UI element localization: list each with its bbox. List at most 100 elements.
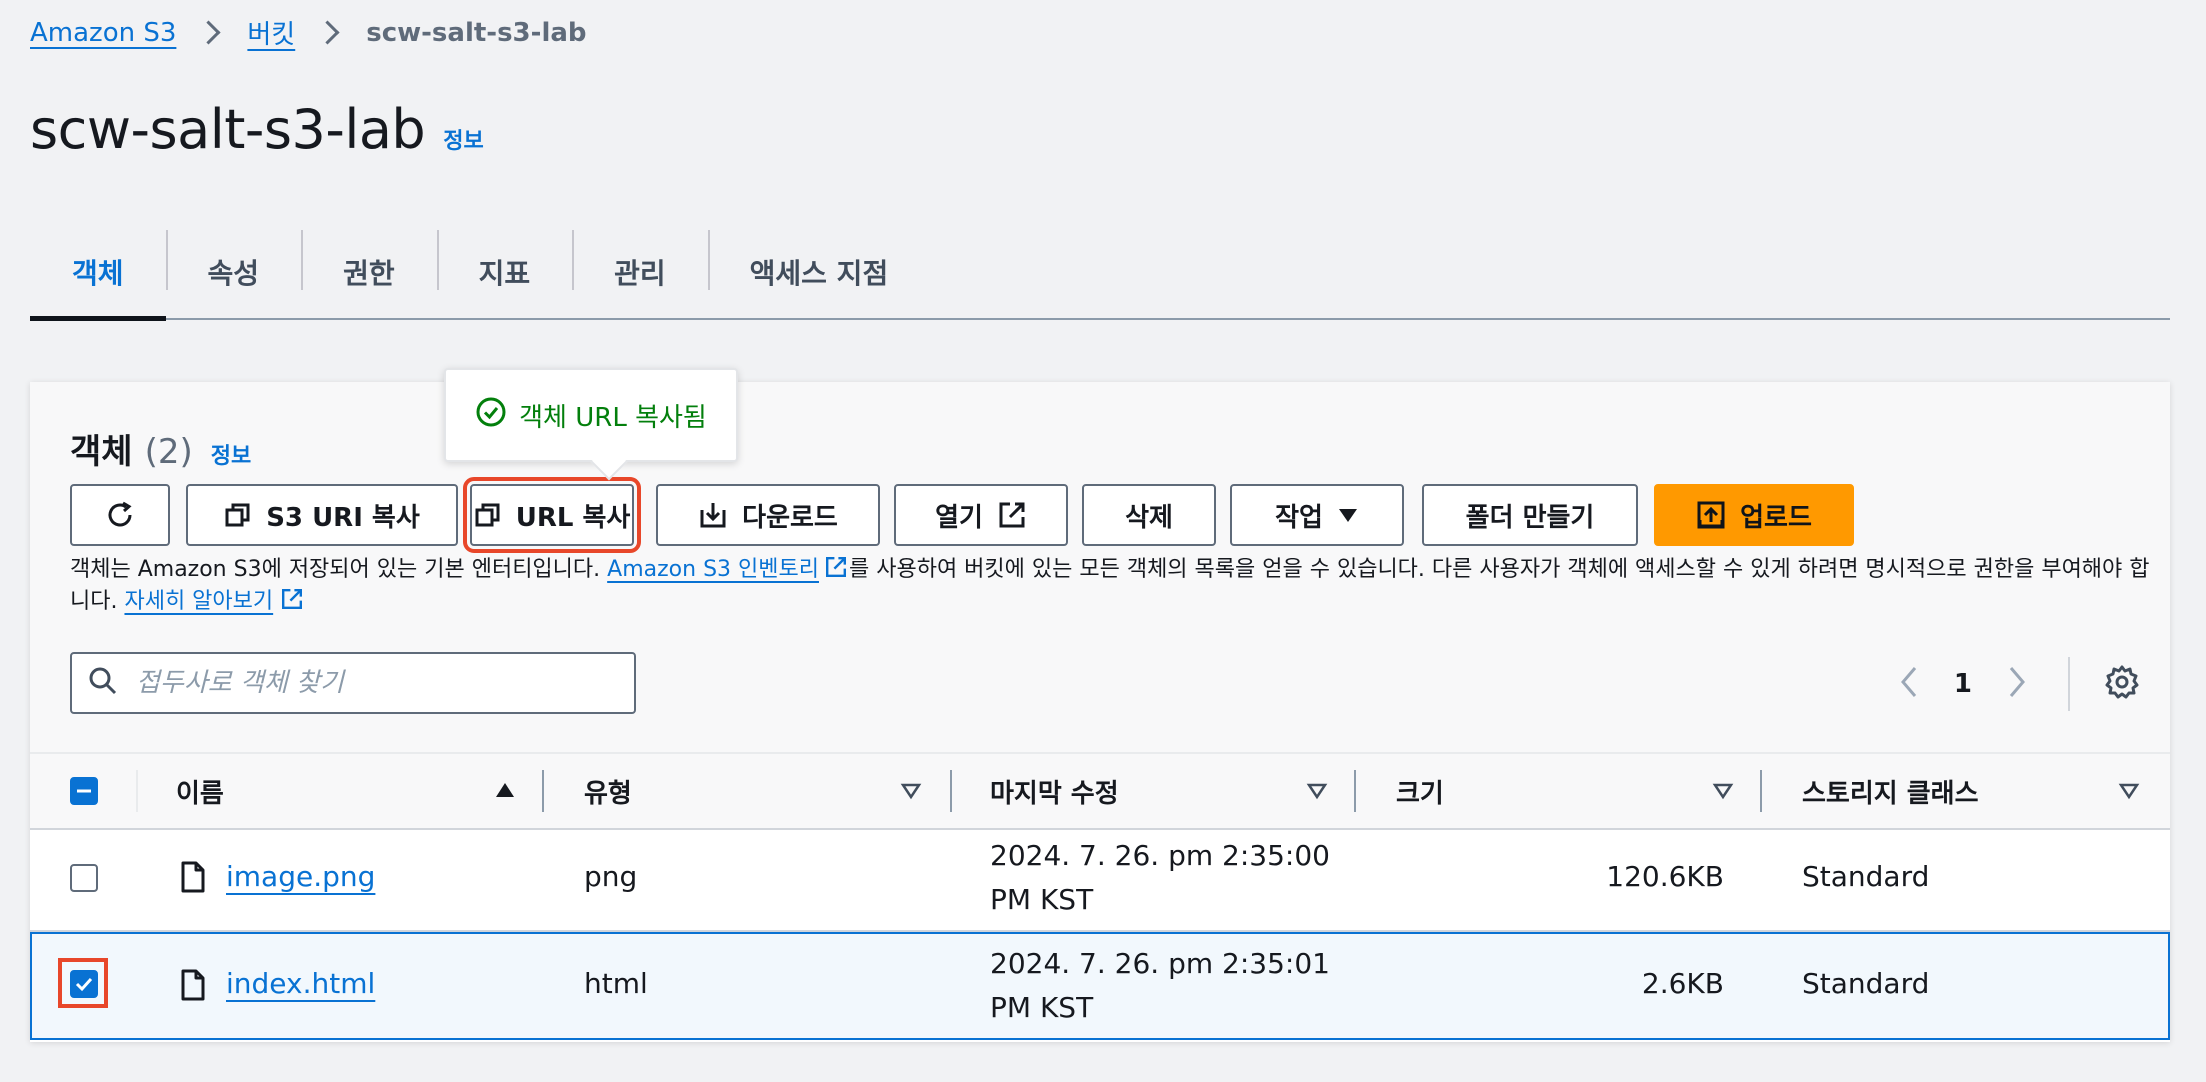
sort-icon[interactable] bbox=[900, 782, 922, 804]
tab-properties[interactable]: 속성 bbox=[165, 226, 302, 318]
breadcrumb: Amazon S3 버킷 scw-salt-s3-lab bbox=[30, 14, 587, 51]
check-circle-icon bbox=[475, 396, 507, 435]
objects-info-link[interactable]: 정보 bbox=[211, 438, 251, 470]
object-type: png bbox=[584, 860, 638, 893]
search-input[interactable] bbox=[134, 667, 608, 699]
refresh-icon bbox=[102, 497, 138, 533]
table-row[interactable]: index.html html 2024. 7. 26. pm 2:35:01 … bbox=[30, 932, 2170, 1040]
copy-icon bbox=[224, 501, 252, 529]
date-line: 2024. 7. 26. pm 2:35:01 bbox=[990, 947, 1330, 980]
objects-heading: 객체 (2) 정보 bbox=[70, 424, 251, 473]
column-separator[interactable] bbox=[542, 770, 544, 812]
upload-icon bbox=[1696, 500, 1726, 530]
copy-icon bbox=[474, 501, 502, 529]
object-name-link[interactable]: image.png bbox=[226, 860, 375, 893]
actions-dropdown[interactable]: 작업 bbox=[1230, 484, 1404, 546]
delete-button[interactable]: 삭제 bbox=[1082, 484, 1216, 546]
tab-permissions[interactable]: 권한 bbox=[301, 226, 437, 318]
tab-metrics[interactable]: 지표 bbox=[436, 226, 573, 318]
column-header-type[interactable]: 유형 bbox=[584, 754, 632, 828]
chevron-right-icon bbox=[315, 20, 340, 45]
copy-s3-uri-label: S3 URI 복사 bbox=[266, 502, 420, 533]
description-text: 객체는 Amazon S3에 저장되어 있는 기본 엔터티입니다. bbox=[70, 557, 608, 582]
object-storage-class: Standard bbox=[1802, 860, 1930, 893]
breadcrumb-current: scw-salt-s3-lab bbox=[366, 17, 587, 48]
row-checkbox[interactable] bbox=[70, 970, 98, 998]
object-storage-class: Standard bbox=[1802, 967, 1930, 1000]
date-line: PM KST bbox=[990, 883, 1094, 916]
column-separator[interactable] bbox=[950, 770, 952, 812]
table-row[interactable]: image.png png 2024. 7. 26. pm 2:35:00 PM… bbox=[30, 826, 2170, 932]
objects-description: 객체는 Amazon S3에 저장되어 있는 기본 엔터티입니다. Amazon… bbox=[70, 554, 2160, 618]
current-page[interactable]: 1 bbox=[1954, 669, 1972, 699]
refresh-button[interactable] bbox=[70, 484, 170, 546]
objects-title: 객체 bbox=[70, 432, 133, 472]
tab-objects[interactable]: 객체 bbox=[30, 226, 166, 321]
objects-table-header: 이름 유형 마지막 수정 크기 스토리지 클래스 bbox=[30, 752, 2170, 830]
column-header-storage-class[interactable]: 스토리지 클래스 bbox=[1802, 754, 1979, 828]
objects-panel: 객체 (2) 정보 S3 URI 복사 URL 복사 다운로드 열기 삭제 작업… bbox=[30, 382, 2170, 1042]
download-button[interactable]: 다운로드 bbox=[656, 484, 880, 546]
page-info-link[interactable]: 정보 bbox=[443, 123, 483, 155]
object-last-modified: 2024. 7. 26. pm 2:35:01 PM KST bbox=[990, 942, 1330, 1030]
bucket-tabs: 객체 속성 권한 지표 관리 액세스 지점 bbox=[30, 226, 2170, 321]
object-size: 2.6KB bbox=[1641, 967, 1724, 1000]
file-icon bbox=[180, 969, 206, 1005]
column-header-size[interactable]: 크기 bbox=[1396, 754, 1444, 828]
sort-icon[interactable] bbox=[2118, 782, 2140, 804]
page-title: scw-salt-s3-lab bbox=[30, 98, 426, 161]
url-copied-tooltip: 객체 URL 복사됨 bbox=[444, 368, 738, 462]
objects-panel-header: 객체 (2) 정보 S3 URI 복사 URL 복사 다운로드 열기 삭제 작업… bbox=[30, 382, 2170, 752]
external-link-icon bbox=[273, 589, 305, 614]
file-icon bbox=[180, 861, 206, 897]
open-button[interactable]: 열기 bbox=[894, 484, 1068, 546]
s3-inventory-link[interactable]: Amazon S3 인벤토리 bbox=[607, 557, 819, 582]
object-last-modified: 2024. 7. 26. pm 2:35:00 PM KST bbox=[990, 834, 1330, 922]
pager-divider bbox=[2068, 657, 2070, 711]
prefix-search[interactable] bbox=[70, 652, 636, 714]
row-checkbox[interactable] bbox=[70, 864, 98, 892]
select-all-checkbox[interactable] bbox=[70, 777, 98, 805]
object-name-link[interactable]: index.html bbox=[226, 967, 375, 1000]
object-size: 120.6KB bbox=[1606, 860, 1724, 893]
download-label: 다운로드 bbox=[742, 502, 838, 533]
next-page-icon[interactable] bbox=[2006, 665, 2028, 703]
external-link-icon bbox=[997, 500, 1027, 530]
column-separator[interactable] bbox=[1354, 770, 1356, 812]
column-header-name[interactable]: 이름 bbox=[176, 754, 224, 828]
tooltip-message: 객체 URL 복사됨 bbox=[519, 402, 707, 433]
date-line: PM KST bbox=[990, 991, 1094, 1024]
chevron-right-icon bbox=[196, 20, 221, 45]
upload-button[interactable]: 업로드 bbox=[1654, 484, 1854, 546]
date-line: 2024. 7. 26. pm 2:35:00 bbox=[990, 839, 1330, 872]
copy-url-label: URL 복사 bbox=[515, 502, 631, 533]
upload-label: 업로드 bbox=[1740, 502, 1812, 533]
create-folder-button[interactable]: 폴더 만들기 bbox=[1422, 484, 1638, 546]
previous-page-icon[interactable] bbox=[1898, 665, 1920, 703]
pagination: 1 bbox=[1898, 654, 2140, 714]
sort-ascending-icon[interactable] bbox=[494, 781, 516, 803]
copy-url-button[interactable]: URL 복사 bbox=[463, 477, 641, 553]
object-type: html bbox=[584, 967, 648, 1000]
page-header: scw-salt-s3-lab 정보 bbox=[30, 98, 484, 161]
column-separator bbox=[136, 770, 138, 812]
breadcrumb-buckets[interactable]: 버킷 bbox=[247, 14, 295, 51]
column-separator[interactable] bbox=[1760, 770, 1762, 812]
external-link-icon bbox=[819, 557, 849, 582]
caret-down-icon bbox=[1337, 506, 1359, 524]
create-folder-label: 폴더 만들기 bbox=[1465, 502, 1595, 533]
download-icon bbox=[698, 500, 728, 530]
objects-count: (2) bbox=[144, 432, 193, 472]
tab-management[interactable]: 관리 bbox=[572, 226, 708, 318]
tab-access-points[interactable]: 액세스 지점 bbox=[707, 226, 931, 318]
column-header-last-modified[interactable]: 마지막 수정 bbox=[990, 754, 1119, 828]
copy-s3-uri-button[interactable]: S3 URI 복사 bbox=[186, 484, 458, 546]
gear-icon[interactable] bbox=[2104, 664, 2140, 704]
sort-icon[interactable] bbox=[1712, 782, 1734, 804]
actions-label: 작업 bbox=[1275, 502, 1323, 533]
sort-icon[interactable] bbox=[1306, 782, 1328, 804]
search-icon bbox=[88, 666, 118, 700]
breadcrumb-amazon-s3[interactable]: Amazon S3 bbox=[30, 18, 176, 48]
open-label: 열기 bbox=[935, 502, 983, 533]
learn-more-link[interactable]: 자세히 알아보기 bbox=[124, 589, 273, 614]
